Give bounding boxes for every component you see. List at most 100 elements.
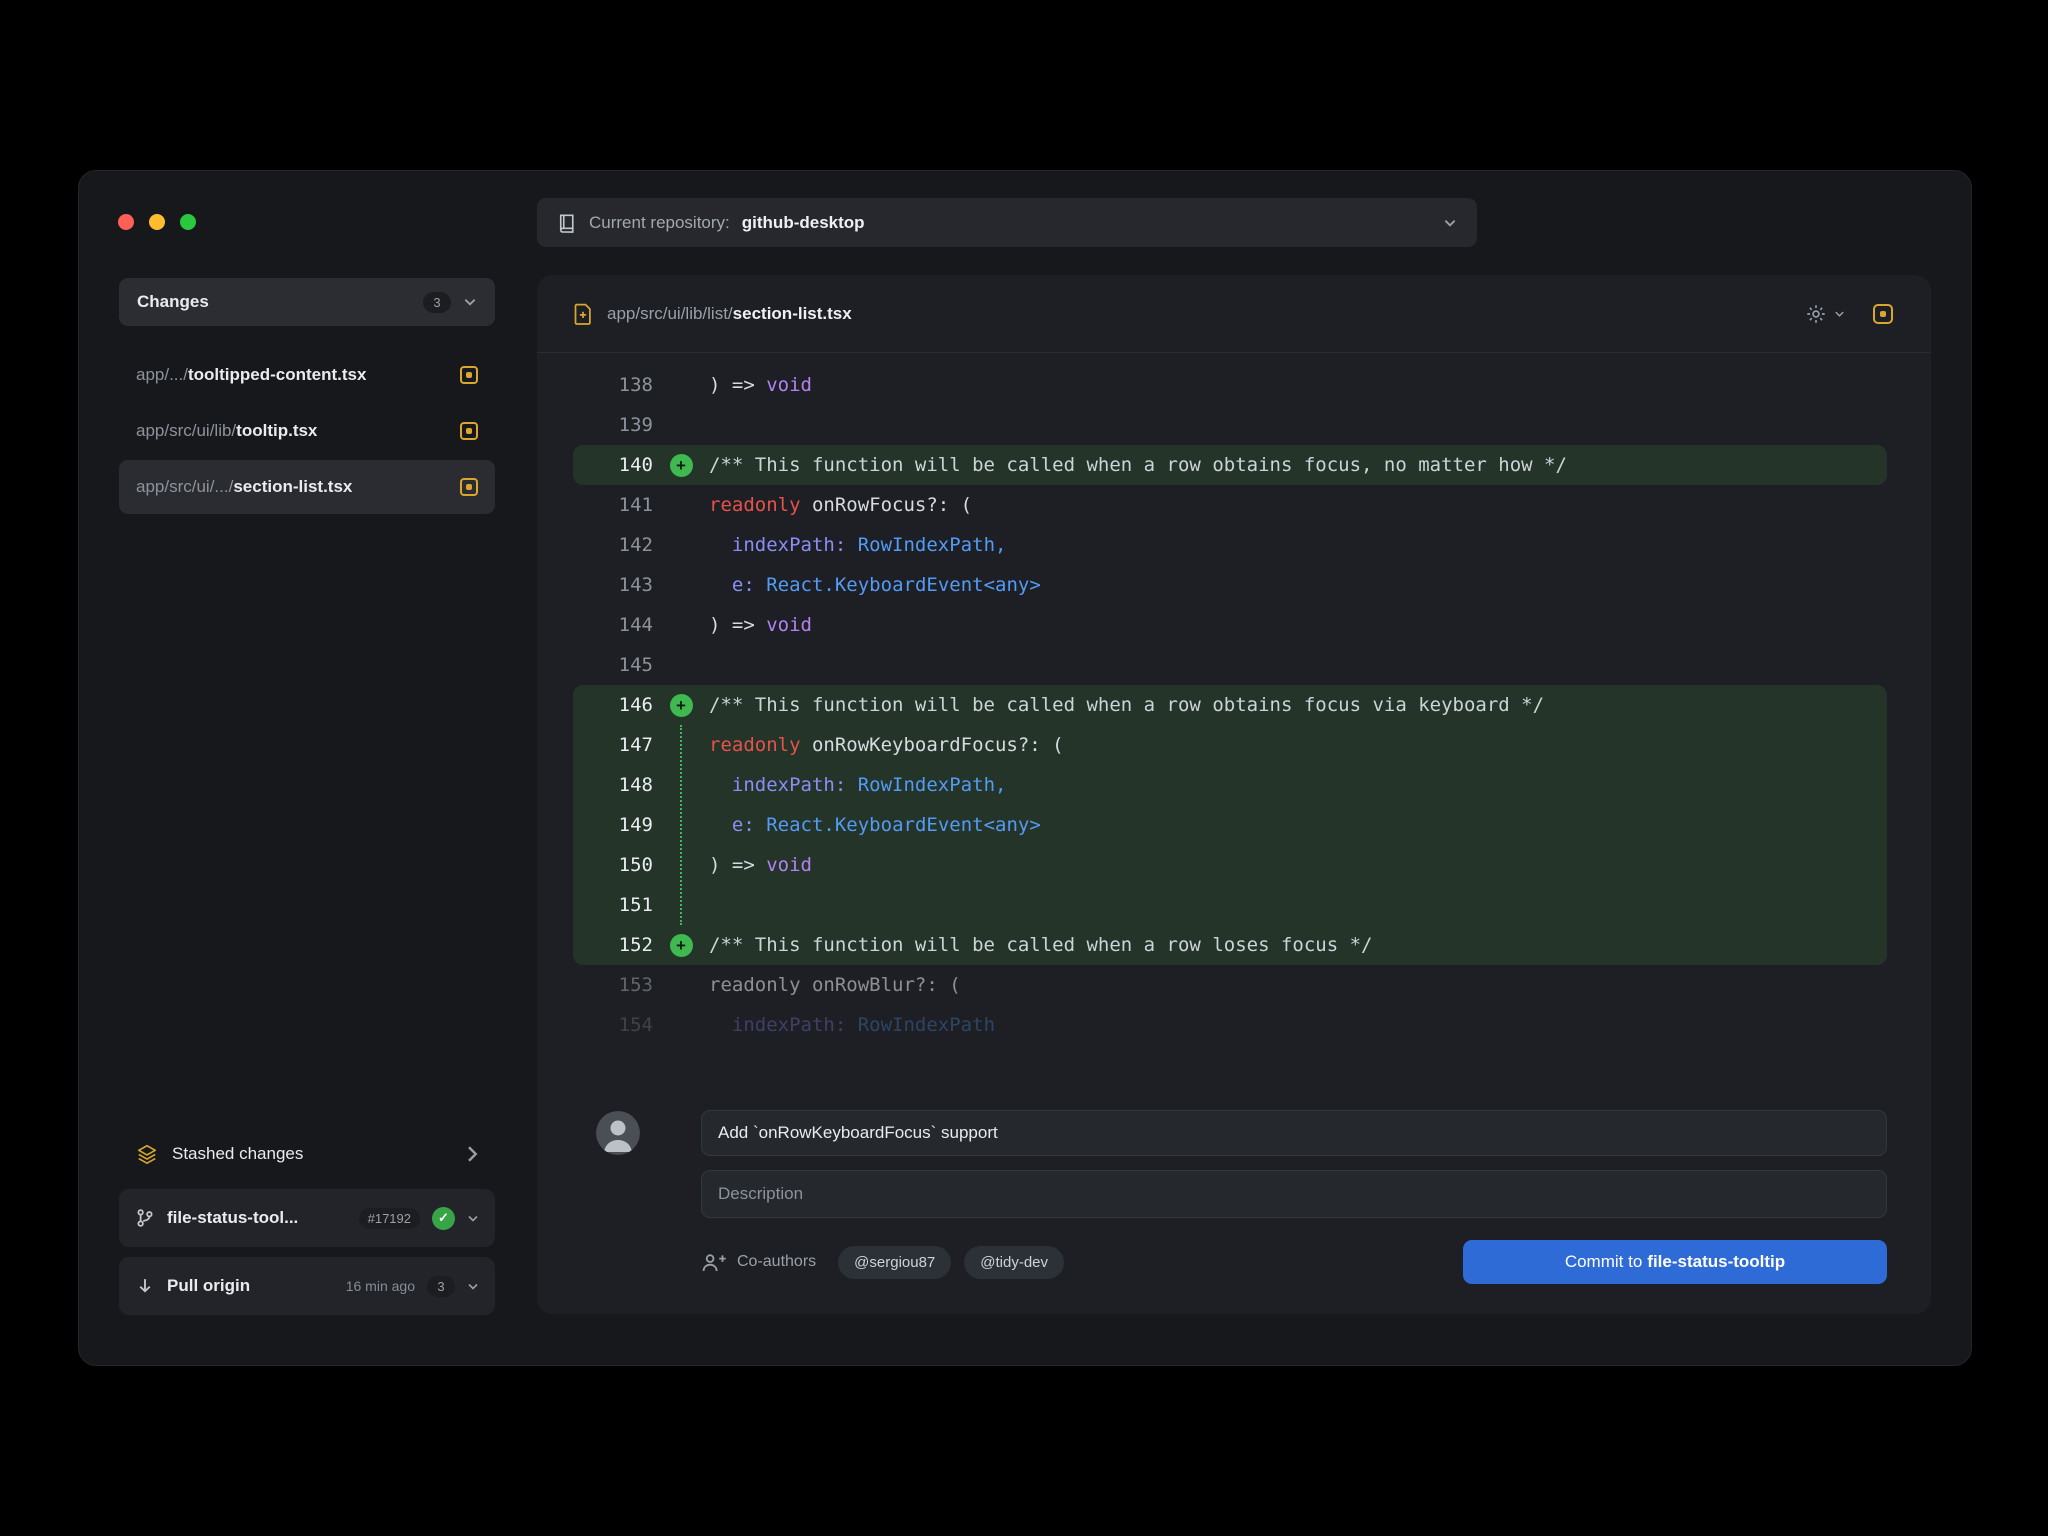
added-plus-icon[interactable]: + bbox=[670, 694, 693, 717]
line-number: 143 bbox=[573, 574, 653, 596]
repository-selector[interactable]: Current repository: github-desktop bbox=[537, 198, 1477, 247]
sidebar: Changes 3 app/.../tooltipped-content.tsx… bbox=[119, 278, 495, 1315]
stashed-changes-label: Stashed changes bbox=[172, 1144, 303, 1164]
minimize-button[interactable] bbox=[149, 214, 165, 230]
file-row[interactable]: app/src/ui/lib/tooltip.tsx bbox=[119, 404, 495, 458]
diff-line: 143 e: React.KeyboardEvent<any> bbox=[573, 565, 1887, 605]
app-window: Current repository: github-desktop Chang… bbox=[78, 170, 1972, 1366]
file-row[interactable]: app/.../tooltipped-content.tsx bbox=[119, 348, 495, 402]
diff-options-button[interactable] bbox=[1805, 303, 1845, 325]
diff-line: 138) => void bbox=[573, 365, 1887, 405]
diff-line: 148 indexPath: RowIndexPath, bbox=[573, 765, 1887, 805]
coauthor-pills: @sergiou87 @tidy-dev bbox=[838, 1246, 1064, 1279]
modified-icon bbox=[460, 366, 478, 384]
modified-icon bbox=[460, 478, 478, 496]
file-path-prefix: app/src/ui/lib/list/ bbox=[607, 304, 733, 323]
chevron-right-icon bbox=[466, 1145, 478, 1163]
file-path: app/src/ui/lib/list/section-list.tsx bbox=[607, 304, 852, 324]
diff-line: 151 bbox=[573, 885, 1887, 925]
commit-summary-input[interactable] bbox=[701, 1110, 1887, 1156]
added-plus-icon[interactable]: + bbox=[670, 934, 693, 957]
diff-line: 145 bbox=[573, 645, 1887, 685]
line-number: 149 bbox=[573, 814, 653, 836]
pull-origin-row[interactable]: Pull origin 16 min ago 3 bbox=[119, 1257, 495, 1315]
changes-label: Changes bbox=[137, 292, 209, 312]
git-branch-icon bbox=[135, 1207, 155, 1229]
arrow-down-icon bbox=[135, 1275, 155, 1297]
file-path: app/.../tooltipped-content.tsx bbox=[136, 365, 366, 385]
pull-origin-label: Pull origin bbox=[167, 1276, 250, 1296]
pr-number-badge: #17192 bbox=[359, 1208, 420, 1229]
added-dotted-connector bbox=[680, 725, 682, 925]
line-number: 151 bbox=[573, 894, 653, 916]
diff-line: 141readonly onRowFocus?: ( bbox=[573, 485, 1887, 525]
commit-description-input[interactable] bbox=[701, 1170, 1887, 1218]
line-number: 153 bbox=[573, 974, 653, 996]
coauthor-pill[interactable]: @tidy-dev bbox=[964, 1246, 1064, 1279]
checks-passed-icon: ✓ bbox=[432, 1207, 455, 1230]
commit-button[interactable]: Commit to file-status-tooltip bbox=[1463, 1240, 1887, 1284]
close-button[interactable] bbox=[118, 214, 134, 230]
diff-line: 144) => void bbox=[573, 605, 1887, 645]
repo-icon bbox=[557, 213, 577, 233]
diff-line: 149 e: React.KeyboardEvent<any> bbox=[573, 805, 1887, 845]
diff-line: 140+/** This function will be called whe… bbox=[573, 445, 1887, 485]
last-fetched-time: 16 min ago bbox=[346, 1278, 415, 1294]
file-path: app/src/ui/lib/tooltip.tsx bbox=[136, 421, 317, 441]
diff-line: 147readonly onRowKeyboardFocus?: ( bbox=[573, 725, 1887, 765]
repo-label: Current repository: bbox=[589, 213, 730, 233]
line-number: 141 bbox=[573, 494, 653, 516]
commit-button-branch: file-status-tooltip bbox=[1647, 1252, 1785, 1272]
line-number: 154 bbox=[573, 1014, 653, 1036]
pull-count-badge: 3 bbox=[427, 1276, 455, 1297]
added-block: 146+/** This function will be called whe… bbox=[573, 685, 1887, 965]
chevron-down-icon bbox=[1443, 218, 1457, 228]
diff-line: 153readonly onRowBlur?: ( bbox=[573, 965, 1887, 1005]
diff-line: 142 indexPath: RowIndexPath, bbox=[573, 525, 1887, 565]
coauthor-pill[interactable]: @sergiou87 bbox=[838, 1246, 951, 1279]
chevron-down-icon bbox=[463, 297, 477, 307]
line-number: 146 bbox=[573, 694, 653, 716]
file-path-name: section-list.tsx bbox=[733, 304, 852, 323]
chevron-down-icon bbox=[1834, 310, 1845, 318]
coauthors-label: Co-authors bbox=[737, 1253, 816, 1271]
person-plus-icon[interactable] bbox=[701, 1252, 727, 1273]
diff-view-toggle-icon[interactable] bbox=[1873, 304, 1893, 324]
diff-line: 139 bbox=[573, 405, 1887, 445]
branch-name: file-status-tool... bbox=[167, 1208, 298, 1228]
line-number: 152 bbox=[573, 934, 653, 956]
line-number: 148 bbox=[573, 774, 653, 796]
commit-button-prefix: Commit to bbox=[1565, 1252, 1642, 1272]
added-plus-icon[interactable]: + bbox=[670, 454, 693, 477]
repo-name: github-desktop bbox=[742, 213, 865, 233]
chevron-down-icon bbox=[467, 1282, 479, 1291]
file-modified-icon bbox=[573, 302, 593, 326]
branch-row[interactable]: file-status-tool... #17192 ✓ bbox=[119, 1189, 495, 1247]
diff-code: 138) => void139140+/** This function wil… bbox=[537, 353, 1931, 1045]
line-number: 139 bbox=[573, 414, 653, 436]
line-number: 150 bbox=[573, 854, 653, 876]
sidebar-bottom: Stashed changes file-status-tool... #171… bbox=[119, 1129, 495, 1315]
changes-header[interactable]: Changes 3 bbox=[119, 278, 495, 326]
diff-line: 154 indexPath: RowIndexPath bbox=[573, 1005, 1887, 1045]
zoom-button[interactable] bbox=[180, 214, 196, 230]
diff-line: 150) => void bbox=[573, 845, 1887, 885]
diff-panel: app/src/ui/lib/list/section-list.tsx bbox=[537, 275, 1931, 1314]
line-number: 140 bbox=[573, 454, 653, 476]
changes-count-badge: 3 bbox=[423, 292, 451, 313]
line-number: 145 bbox=[573, 654, 653, 676]
diff-header: app/src/ui/lib/list/section-list.tsx bbox=[537, 275, 1931, 353]
modified-icon bbox=[460, 422, 478, 440]
file-list: app/.../tooltipped-content.tsx app/src/ui… bbox=[119, 348, 495, 514]
stashed-changes-row[interactable]: Stashed changes bbox=[119, 1129, 495, 1179]
commit-actions-row: Co-authors @sergiou87 @tidy-dev Commit to… bbox=[701, 1240, 1887, 1284]
line-number: 147 bbox=[573, 734, 653, 756]
diff-line: 152+/** This function will be called whe… bbox=[573, 925, 1887, 965]
diff-line: 146+/** This function will be called whe… bbox=[573, 685, 1887, 725]
line-number: 142 bbox=[573, 534, 653, 556]
file-row[interactable]: app/src/ui/.../section-list.tsx bbox=[119, 460, 495, 514]
commit-area: Co-authors @sergiou87 @tidy-dev Commit to… bbox=[537, 1094, 1931, 1314]
summary-row bbox=[596, 1110, 1887, 1156]
traffic-lights bbox=[118, 214, 196, 230]
avatar bbox=[596, 1111, 640, 1155]
